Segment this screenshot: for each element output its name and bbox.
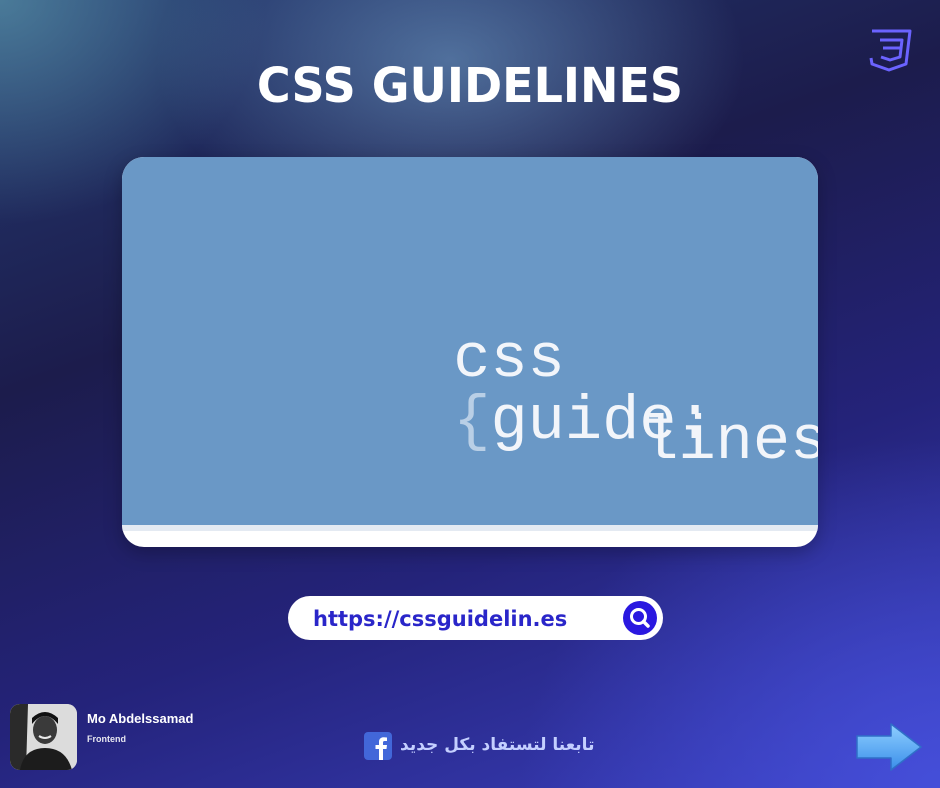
logo-line-2: lines;} [418,349,818,535]
url-bar[interactable]: https://cssguidelin.es [288,596,663,640]
follow-text: تابعنا لتستفاد بكل جديد [400,735,595,755]
avatar-photo [10,704,77,770]
search-icon [630,608,650,628]
author-role: Frontend [87,734,126,744]
logo-word-lines: lines; [641,406,818,477]
page-title: CSS GUIDELINES [256,56,684,114]
search-button[interactable] [623,601,657,635]
facebook-icon[interactable] [364,732,392,760]
arrow-right-icon[interactable] [855,722,923,772]
avatar [10,704,77,770]
post-canvas: CSS GUIDELINES css {guide: lines;} https… [0,0,940,788]
preview-image: css {guide: lines;} [122,157,818,547]
author-name: Mo Abdelssamad [87,711,194,726]
url-text[interactable]: https://cssguidelin.es [313,607,567,631]
